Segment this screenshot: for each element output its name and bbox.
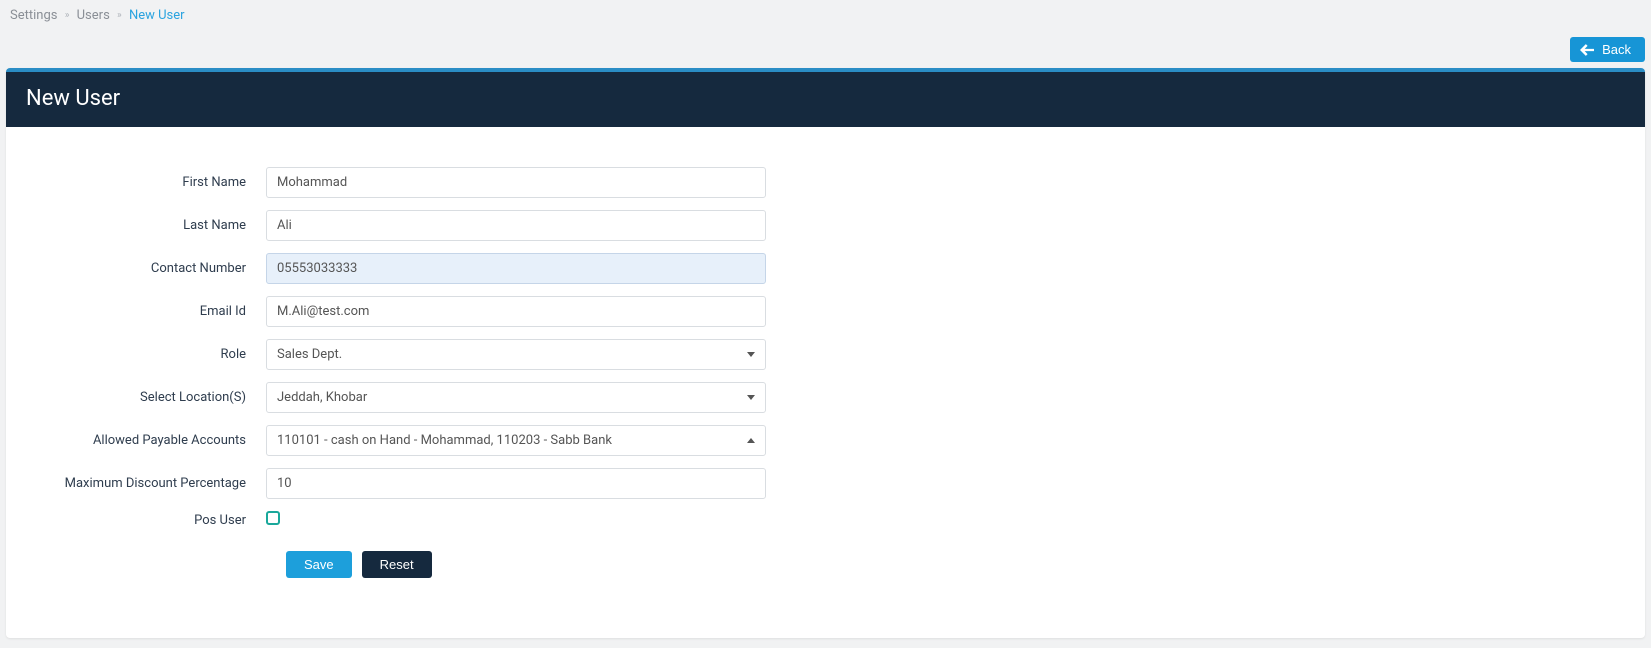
accounts-label: Allowed Payable Accounts <box>46 433 266 448</box>
save-button[interactable]: Save <box>286 551 352 578</box>
pos-user-label: Pos User <box>46 513 266 528</box>
arrow-left-icon <box>1580 44 1594 56</box>
email-label: Email Id <box>46 304 266 319</box>
role-label: Role <box>46 347 266 362</box>
first-name-input[interactable] <box>266 167 766 198</box>
contact-number-input[interactable] <box>266 253 766 284</box>
max-discount-label: Maximum Discount Percentage <box>46 476 266 491</box>
breadcrumb: Settings » Users » New User <box>0 0 1651 33</box>
reset-button[interactable]: Reset <box>362 551 432 578</box>
role-select[interactable]: Sales Dept. <box>266 339 766 370</box>
chevron-right-icon: » <box>117 10 122 21</box>
chevron-right-icon: » <box>65 10 70 21</box>
accounts-select-value: 110101 - cash on Hand - Mohammad, 110203… <box>277 433 612 448</box>
pos-user-checkbox[interactable] <box>266 511 280 525</box>
breadcrumb-users[interactable]: Users <box>77 8 110 23</box>
back-button-label: Back <box>1602 42 1631 57</box>
locations-select-value: Jeddah, Khobar <box>277 390 367 405</box>
caret-down-icon <box>747 395 755 400</box>
panel-title: New User <box>6 72 1645 127</box>
email-input[interactable] <box>266 296 766 327</box>
role-select-value: Sales Dept. <box>277 347 342 362</box>
max-discount-input[interactable] <box>266 468 766 499</box>
accounts-select[interactable]: 110101 - cash on Hand - Mohammad, 110203… <box>266 425 766 456</box>
contact-number-label: Contact Number <box>46 261 266 276</box>
last-name-input[interactable] <box>266 210 766 241</box>
breadcrumb-new-user[interactable]: New User <box>129 8 185 23</box>
new-user-panel: New User First Name Last Name Contact Nu… <box>6 68 1645 638</box>
back-button[interactable]: Back <box>1570 37 1645 62</box>
breadcrumb-settings[interactable]: Settings <box>10 8 57 23</box>
first-name-label: First Name <box>46 175 266 190</box>
caret-down-icon <box>747 352 755 357</box>
locations-select[interactable]: Jeddah, Khobar <box>266 382 766 413</box>
last-name-label: Last Name <box>46 218 266 233</box>
caret-up-icon <box>747 438 755 443</box>
locations-label: Select Location(S) <box>46 390 266 405</box>
